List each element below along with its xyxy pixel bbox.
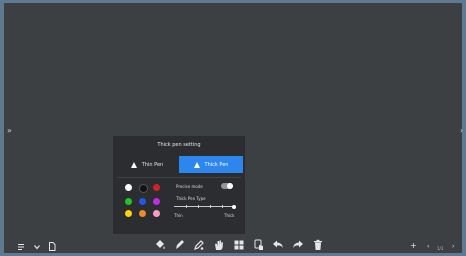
next-page-button[interactable]: ›: [452, 243, 454, 251]
slider-min-label: Thin: [174, 213, 183, 218]
redo-icon[interactable]: [292, 239, 304, 255]
pressure-toggle[interactable]: [221, 183, 233, 189]
color-swatch[interactable]: [125, 210, 132, 217]
color-swatch[interactable]: [125, 198, 132, 205]
expand-right-icon[interactable]: ›: [460, 126, 463, 136]
slider-tick: [210, 205, 211, 208]
slider-max-label: Thick: [224, 213, 235, 218]
slider-handle[interactable]: [232, 204, 236, 209]
highlighter-icon[interactable]: [193, 239, 205, 255]
slider-tick: [198, 205, 199, 208]
undo-icon[interactable]: [272, 239, 284, 255]
pen-type-label: Thick Pen Type: [176, 196, 206, 201]
tab-thick-pen-label: Thick Pen: [204, 161, 229, 168]
thick-pen-icon: [193, 161, 200, 168]
menu-icon[interactable]: [17, 243, 25, 254]
chevron-down-icon[interactable]: [33, 243, 41, 254]
tab-thin-pen[interactable]: Thin Pen: [115, 156, 179, 173]
color-swatch[interactable]: [139, 184, 148, 193]
eraser-hand-icon[interactable]: [213, 239, 225, 255]
paint-bucket-icon[interactable]: [154, 239, 166, 255]
pressure-label: Precise mode: [176, 184, 203, 189]
document-icon[interactable]: [48, 242, 56, 254]
pen-icon[interactable]: [173, 239, 185, 255]
panel-title: Thick pen setting: [157, 142, 201, 148]
slider-tick: [222, 205, 223, 208]
thickness-slider[interactable]: [174, 204, 236, 209]
slider-tick: [186, 205, 187, 208]
color-swatch[interactable]: [153, 210, 160, 217]
page-indicator: 1/1: [437, 246, 444, 251]
panel-divider: [117, 177, 241, 178]
tab-thin-pen-label: Thin Pen: [141, 161, 164, 168]
color-swatch[interactable]: [153, 198, 160, 205]
add-page-button[interactable]: +: [410, 242, 417, 250]
color-swatch[interactable]: [125, 184, 132, 191]
grid-icon[interactable]: [233, 239, 245, 255]
prev-page-button[interactable]: ‹: [427, 243, 429, 251]
pen-settings-panel: Thick pen setting Thin Pen Thick Pen Pre…: [113, 136, 245, 234]
touch-icon[interactable]: [253, 239, 265, 255]
toggle-knob: [227, 183, 233, 189]
trash-icon[interactable]: [312, 239, 324, 255]
tab-thick-pen[interactable]: Thick Pen: [179, 156, 243, 173]
color-swatch[interactable]: [153, 184, 160, 191]
color-swatch[interactable]: [139, 210, 146, 217]
expand-left-icon[interactable]: »: [7, 126, 12, 136]
thin-pen-icon: [130, 161, 137, 168]
color-swatch[interactable]: [139, 198, 146, 205]
